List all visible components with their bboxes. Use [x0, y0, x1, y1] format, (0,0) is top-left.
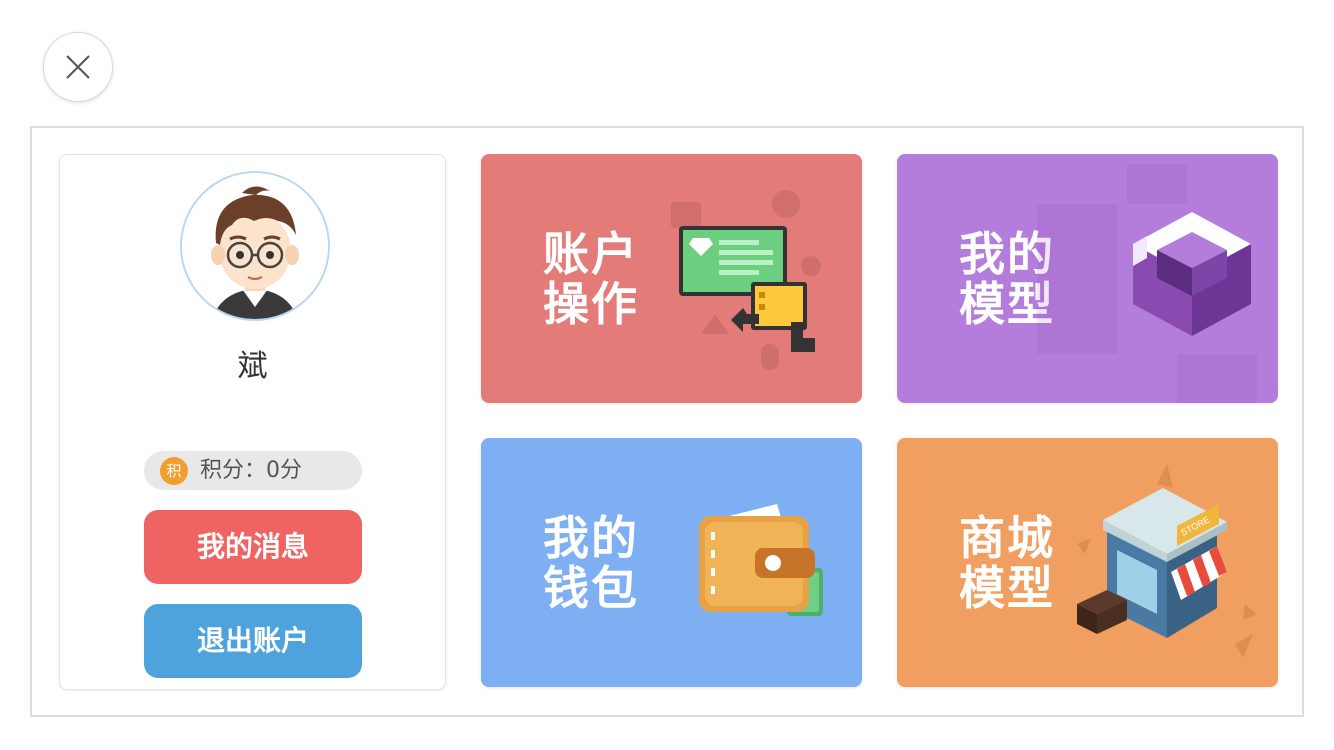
avatar-illustration: [182, 173, 328, 319]
tile-label: 商城 模型: [959, 438, 1055, 687]
avatar[interactable]: [180, 171, 330, 321]
points-text: 积分：0分: [200, 458, 302, 483]
my-wallet-tile[interactable]: 我的 钱包: [481, 438, 862, 687]
main-panel: 斌 积 积分：0分 我的消息 退出账户 账户 操作 我的 模型 我的 钱包 商城…: [30, 126, 1304, 717]
tile-label-line1: 商城: [959, 510, 1055, 565]
tile-label-line2: 钱包: [543, 560, 639, 615]
wallet-icon: [699, 504, 823, 616]
logout-button[interactable]: 退出账户: [144, 604, 362, 678]
store-building-icon: STORE: [1077, 464, 1257, 658]
tile-label-line1: 我的: [543, 510, 639, 565]
close-button[interactable]: [43, 32, 113, 102]
tile-label: 账户 操作: [543, 154, 639, 403]
username: 斌: [237, 349, 268, 384]
tile-label-line2: 操作: [543, 276, 639, 331]
points-display: 积 积分：0分: [144, 451, 362, 490]
close-icon: [66, 55, 90, 79]
my-messages-button[interactable]: 我的消息: [144, 510, 362, 584]
account-card-icon: [671, 190, 821, 370]
store-models-tile[interactable]: 商城 模型 STORE: [897, 438, 1278, 687]
points-icon: 积: [160, 457, 188, 485]
account-operations-tile[interactable]: 账户 操作: [481, 154, 862, 403]
tile-label-line2: 模型: [959, 560, 1055, 615]
my-models-tile[interactable]: 我的 模型: [897, 154, 1278, 403]
tile-label-line1: 账户: [543, 226, 639, 281]
tile-label: 我的 钱包: [543, 438, 639, 687]
profile-card: 斌 积 积分：0分 我的消息 退出账户: [59, 154, 446, 690]
cube-model-icon: [1037, 164, 1257, 403]
